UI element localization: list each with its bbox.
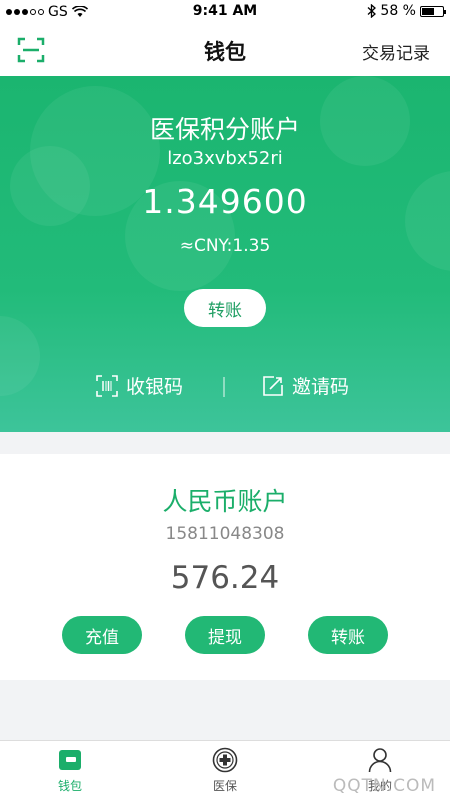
insurance-account-card: 医保积分账户 lzo3xvbx52ri 1.349600 ≈CNY:1.35 转… bbox=[0, 76, 450, 432]
signal-icon bbox=[6, 9, 44, 15]
action-divider bbox=[223, 377, 225, 397]
insurance-account-id: lzo3xvbx52ri bbox=[167, 148, 283, 169]
status-right: 58 % bbox=[367, 3, 446, 19]
edit-share-icon bbox=[263, 375, 283, 396]
nav-bar: 钱包 交易记录 bbox=[0, 24, 450, 76]
rmb-account-phone: 15811048308 bbox=[165, 524, 285, 544]
insurance-balance: 1.349600 bbox=[142, 182, 308, 221]
wifi-icon bbox=[71, 6, 88, 17]
withdraw-button[interactable]: 提现 bbox=[185, 616, 265, 654]
recharge-button[interactable]: 充值 bbox=[62, 616, 142, 654]
invite-code-label: 邀请码 bbox=[292, 376, 350, 398]
invite-code-button[interactable]: 邀请码 bbox=[262, 372, 349, 399]
barcode-icon bbox=[96, 374, 118, 397]
rmb-transfer-button[interactable]: 转账 bbox=[308, 616, 388, 654]
wallet-icon bbox=[57, 747, 83, 773]
insurance-transfer-button[interactable]: 转账 bbox=[184, 289, 266, 327]
status-left: GS bbox=[6, 4, 88, 20]
medical-cross-icon bbox=[212, 747, 238, 773]
tab-wallet-label: 钱包 bbox=[57, 779, 82, 793]
rmb-account-title: 人民币账户 bbox=[162, 487, 288, 516]
scan-icon[interactable] bbox=[17, 37, 45, 63]
decor-bubble bbox=[0, 316, 40, 396]
carrier-name: GS bbox=[48, 4, 68, 20]
bluetooth-icon bbox=[367, 4, 377, 18]
insurance-account-title: 医保积分账户 bbox=[149, 115, 300, 144]
insurance-cny-value: ≈CNY:1.35 bbox=[179, 236, 271, 256]
battery-percent: 58 % bbox=[380, 3, 416, 19]
person-icon bbox=[367, 747, 393, 773]
rmb-account-card: 人民币账户 15811048308 576.24 充值 提现 转账 bbox=[0, 454, 450, 680]
tab-medical-label: 医保 bbox=[212, 779, 237, 793]
watermark: QQTN.COM bbox=[332, 776, 436, 796]
tab-medical[interactable]: 医保 bbox=[180, 747, 270, 794]
transaction-history-link[interactable]: 交易记录 bbox=[362, 39, 430, 64]
receive-code-label: 收银码 bbox=[126, 376, 184, 398]
tab-wallet[interactable]: 钱包 bbox=[25, 747, 115, 794]
rmb-balance: 576.24 bbox=[170, 560, 280, 596]
battery-icon bbox=[420, 5, 446, 17]
status-bar: GS 9:41 AM 58 % bbox=[0, 0, 450, 24]
receive-code-button[interactable]: 收银码 bbox=[96, 372, 183, 399]
